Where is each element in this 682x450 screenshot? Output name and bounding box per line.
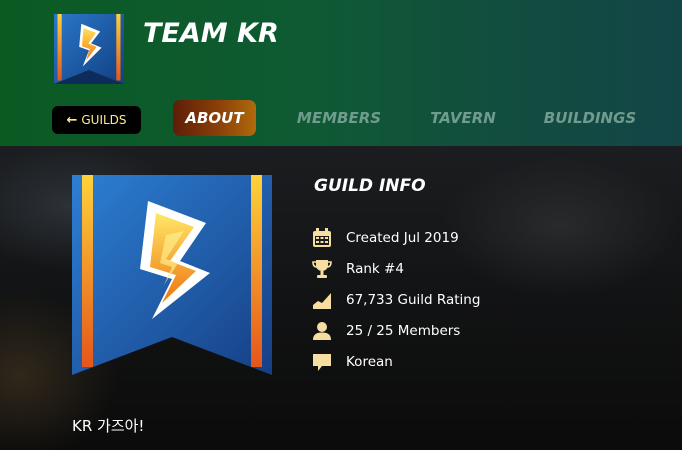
info-rating-text: 67,733 Guild Rating: [346, 292, 481, 308]
info-created: Created Jul 2019: [311, 226, 571, 250]
team-name: TEAM KR: [143, 18, 279, 49]
info-rating: 67,733 Guild Rating: [311, 288, 571, 312]
guild-header: TEAM KR ← GUILDS ABOUT MEMBERS TAVERN BU…: [0, 0, 682, 146]
guild-emblem-icon: [72, 175, 272, 375]
guild-motto: KR 가즈아!: [72, 417, 145, 435]
back-to-guilds-button[interactable]: ← GUILDS: [52, 106, 141, 134]
language-icon: [311, 351, 333, 373]
info-language-text: Korean: [346, 354, 393, 370]
rating-chart-icon: [311, 289, 333, 311]
tab-about-label: ABOUT: [185, 109, 244, 127]
tab-tavern[interactable]: TAVERN: [428, 100, 498, 136]
tab-buildings[interactable]: BUILDINGS: [541, 100, 639, 136]
info-rank: Rank #4: [311, 257, 571, 281]
arrow-left-icon: ←: [66, 112, 78, 128]
info-language: Korean: [311, 350, 571, 374]
member-icon: [311, 320, 333, 342]
guild-banner-icon: [54, 14, 124, 84]
back-button-label: GUILDS: [81, 113, 127, 127]
tab-buildings-label: BUILDINGS: [543, 109, 637, 127]
tab-members[interactable]: MEMBERS: [296, 100, 382, 136]
tab-about[interactable]: ABOUT: [173, 100, 256, 136]
info-created-text: Created Jul 2019: [346, 230, 459, 246]
calendar-icon: [311, 227, 333, 249]
guild-info-title: GUILD INFO: [314, 176, 426, 196]
info-members: 25 / 25 Members: [311, 319, 571, 343]
info-rank-text: Rank #4: [346, 261, 404, 277]
tab-tavern-label: TAVERN: [430, 109, 496, 127]
trophy-icon: [311, 258, 333, 280]
info-members-text: 25 / 25 Members: [346, 323, 461, 339]
tab-members-label: MEMBERS: [296, 109, 382, 127]
